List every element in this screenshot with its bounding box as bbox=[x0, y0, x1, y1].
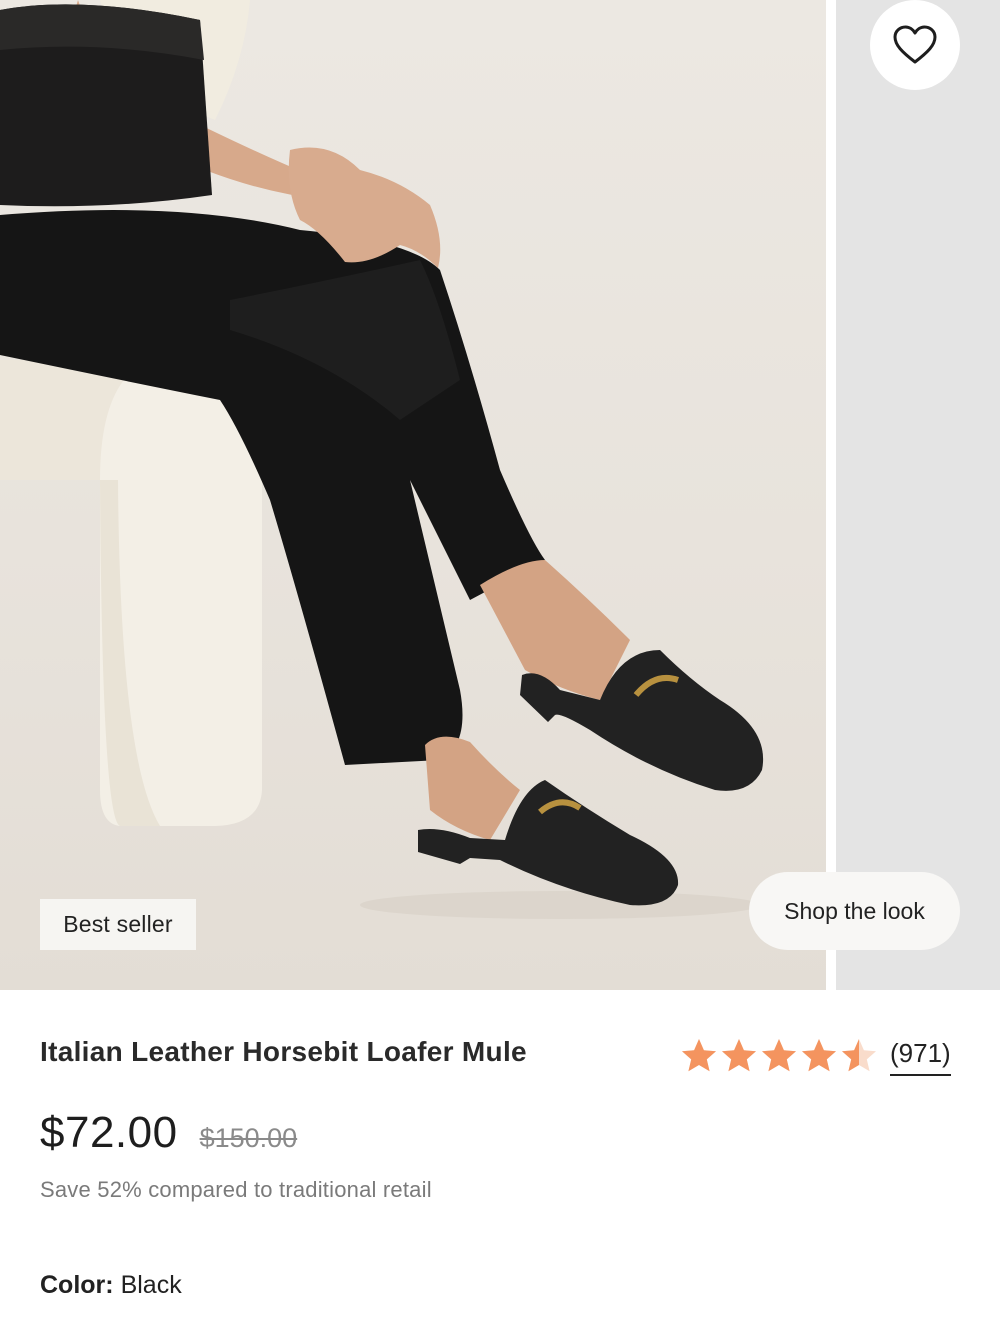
product-title: Italian Leather Horsebit Loafer Mule bbox=[40, 1036, 527, 1067]
savings-text: Save 52% compared to traditional retail bbox=[40, 1177, 432, 1202]
best-seller-badge: Best seller bbox=[40, 899, 196, 950]
product-rating[interactable]: (971) bbox=[680, 1036, 951, 1076]
favorite-button[interactable] bbox=[870, 0, 960, 90]
color-selection-label: Color: Black bbox=[40, 1271, 182, 1300]
product-photo[interactable] bbox=[0, 0, 826, 990]
carousel-divider bbox=[826, 0, 836, 990]
product-photo-illustration bbox=[0, 0, 764, 919]
star-half-icon bbox=[842, 1039, 876, 1072]
star-full-icon bbox=[682, 1039, 716, 1072]
star-rating bbox=[680, 1037, 880, 1075]
color-value: Black bbox=[120, 1271, 182, 1299]
price-row: $72.00 $150.00 bbox=[40, 1108, 297, 1158]
review-count-link[interactable]: (971) bbox=[890, 1036, 951, 1076]
shop-the-look-button[interactable]: Shop the look bbox=[749, 872, 960, 950]
star-full-icon bbox=[802, 1039, 836, 1072]
heart-icon bbox=[893, 25, 937, 64]
next-product-photo-peek[interactable] bbox=[836, 0, 1000, 990]
star-full-icon bbox=[762, 1039, 796, 1072]
sale-price: $72.00 bbox=[40, 1108, 178, 1157]
product-image-carousel[interactable]: Best seller Shop the look bbox=[0, 0, 1000, 990]
star-full-icon bbox=[722, 1039, 756, 1072]
compare-at-price: $150.00 bbox=[199, 1123, 298, 1153]
color-label: Color: bbox=[40, 1271, 114, 1299]
